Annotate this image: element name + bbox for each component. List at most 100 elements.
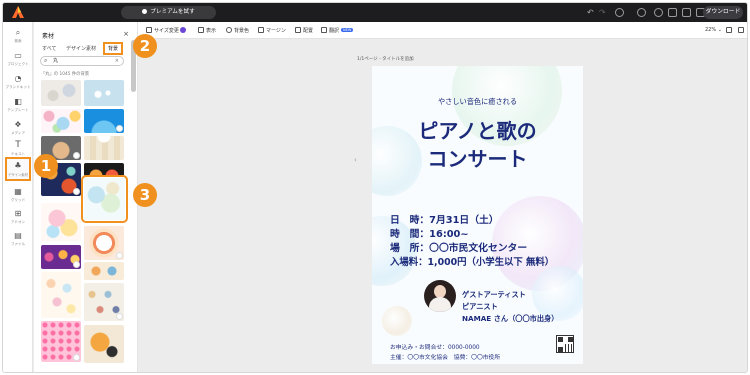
idea-icon[interactable] (654, 8, 663, 17)
callout-3: 3 (133, 183, 157, 207)
rail-item-templates[interactable]: ◧ テンプレート (3, 97, 33, 113)
toolbar-item-2[interactable]: 表示 (198, 27, 216, 34)
premium-badge-icon (117, 126, 122, 131)
cloud-sync-icon[interactable] (615, 8, 624, 17)
poster-title-line-1[interactable]: ピアノと歌の (372, 115, 583, 144)
background-thumbnail[interactable] (84, 80, 124, 106)
grid-icon: ▦ (14, 187, 22, 196)
poster-venue[interactable]: 場 所：〇〇市民文化センター (390, 240, 527, 254)
search-icon: ⌕ (15, 28, 21, 37)
page-label[interactable]: 1/1ページ - タイトルを追加 (357, 56, 414, 62)
new-badge: NEW (341, 28, 354, 32)
tab-design-assets[interactable]: デザイン素材 (66, 45, 96, 52)
toolbar-item-label: 配置 (303, 28, 314, 34)
left-rail: ⌕ 検索 ▭ プロジェクト ◔ ブランドキット ◧ テンプレート ❖ メディア … (3, 22, 33, 372)
premium-crown-icon (180, 27, 187, 33)
materials-panel: 素材 × すべて デザイン素材 背景 ⌕ 丸 × 「丸」の 1045 件の背景 (34, 22, 138, 372)
file-icon: ▤ (14, 231, 22, 240)
comment-icon[interactable] (668, 8, 677, 17)
toolbar-item-label: マージン (266, 28, 286, 34)
premium-badge-icon (117, 253, 122, 258)
redo-icon[interactable]: ↷ (599, 8, 608, 17)
rail-item-label: アドオン (10, 220, 26, 224)
background-thumbnail[interactable] (84, 109, 124, 133)
poster-guest-role[interactable]: ピアニスト (462, 302, 498, 312)
toolbar-item-5[interactable]: 配置 (295, 27, 313, 34)
poster-guest-name[interactable]: NAMAE さん（〇〇市出身） (462, 314, 558, 324)
view-icon (198, 27, 204, 33)
background-thumbnail[interactable] (41, 321, 81, 362)
arrange-icon (295, 27, 301, 33)
rail-item-label: デザイン素材 (8, 173, 28, 177)
rail-item-label: テンプレート (7, 108, 29, 112)
translate-button[interactable]: 翻訳 NEW (321, 27, 354, 34)
rail-item-addons[interactable]: ⊞ アドオン (3, 209, 33, 225)
close-icon[interactable]: × (123, 30, 129, 38)
share-icon[interactable] (682, 8, 691, 17)
canvas-area: サイズ変更 表示 背景色 マージン 配置 翻訳 NEW 22% ⌄ 1/1ページ … (138, 22, 747, 372)
toolbar-item-label: 表示 (206, 28, 217, 34)
fit-icon[interactable] (726, 27, 734, 34)
background-color-icon (226, 27, 232, 33)
background-thumbnail[interactable] (41, 80, 81, 106)
panel-title: 素材 (42, 33, 55, 40)
adobe-express-logo-icon[interactable] (12, 6, 24, 18)
clear-icon[interactable]: × (115, 57, 119, 65)
poster-time[interactable]: 時 間：16:00~ (390, 226, 469, 240)
resize-button[interactable]: サイズ変更 (146, 27, 187, 34)
background-thumbnail[interactable] (84, 163, 124, 176)
poster-fee[interactable]: 入場料：1,000円（小学生以下 無料） (390, 254, 554, 268)
premium-badge-icon (74, 153, 79, 158)
rail-item-label: 検索 (14, 39, 22, 43)
rail-item-files[interactable]: ▤ ファイル (3, 231, 33, 247)
tab-all[interactable]: すべて (42, 45, 56, 52)
poster-title-line-2[interactable]: コンサート (372, 143, 583, 172)
background-thumbnail[interactable] (41, 272, 81, 318)
background-thumbnail[interactable] (84, 262, 124, 280)
background-thumbnail[interactable] (84, 283, 124, 321)
resize-icon (146, 27, 152, 33)
premium-badge-icon (74, 355, 79, 360)
poster-page[interactable]: やさしい音色に癒される ピアノと歌の コンサート 日 時：7月31日（土） 時 … (372, 66, 583, 364)
toolbar-item-label: 背景色 (234, 28, 250, 34)
photo-body (429, 297, 451, 312)
poster-guest-label[interactable]: ゲストアーティスト (462, 290, 526, 300)
app-window: プレミアムを試す ↶ ↷ ダウンロード ⌕ 検索 ▭ プロジェクト ◔ ブランド… (2, 2, 748, 373)
poster-date[interactable]: 日 時：7月31日（土） (390, 212, 499, 226)
background-thumbnail[interactable] (84, 136, 124, 160)
background-thumbnail[interactable] (41, 245, 81, 269)
guest-photo[interactable] (424, 280, 456, 312)
folder-icon: ▭ (14, 51, 22, 60)
tab-backgrounds[interactable]: 背景 (102, 42, 124, 55)
toolbar-item-4[interactable]: マージン (258, 27, 286, 34)
rail-item-brand-kit[interactable]: ◔ ブランドキット (3, 74, 33, 90)
chevron-left-icon[interactable]: ‹ (354, 156, 357, 164)
rail-item-label: プロジェクト (7, 62, 29, 66)
rail-item-search[interactable]: ⌕ 検索 (3, 28, 33, 44)
premium-icon (142, 9, 148, 14)
try-premium-button[interactable]: プレミアムを試す (121, 6, 216, 19)
rail-item-media[interactable]: ❖ メディア (3, 120, 33, 136)
poster-host[interactable]: 主催：〇〇市文化協会 協賛：〇〇市役所 (390, 352, 500, 361)
rail-item-design-assets[interactable]: ♣ デザイン素材 (5, 157, 31, 181)
pages-icon[interactable] (738, 27, 746, 34)
poster-tagline[interactable]: やさしい音色に癒される (372, 97, 583, 107)
background-thumbnail[interactable] (41, 203, 81, 241)
rail-item-grid[interactable]: ▦ グリッド (3, 187, 33, 203)
toolbar-item-3[interactable]: 背景色 (226, 27, 249, 34)
qr-code[interactable] (556, 335, 574, 353)
invite-user-icon[interactable] (637, 8, 646, 17)
zoom-select[interactable]: 22% ⌄ (705, 27, 722, 33)
undo-icon[interactable]: ↶ (587, 8, 596, 17)
chevron-down-icon: ⌄ (717, 27, 722, 33)
search-icon: ⌕ (44, 57, 48, 64)
background-thumbnail-selected[interactable] (81, 175, 128, 223)
background-thumbnail[interactable] (84, 325, 124, 363)
rail-item-projects[interactable]: ▭ プロジェクト (3, 51, 33, 67)
download-button[interactable]: ダウンロード (703, 6, 743, 19)
poster-contact[interactable]: お申込み・お問合せ：0000-0000 (390, 342, 480, 351)
background-thumbnail[interactable] (84, 226, 124, 260)
background-thumbnail[interactable] (41, 109, 81, 133)
search-input[interactable]: ⌕ 丸 × (40, 56, 124, 66)
rail-item-text[interactable]: T テキスト (3, 141, 33, 157)
